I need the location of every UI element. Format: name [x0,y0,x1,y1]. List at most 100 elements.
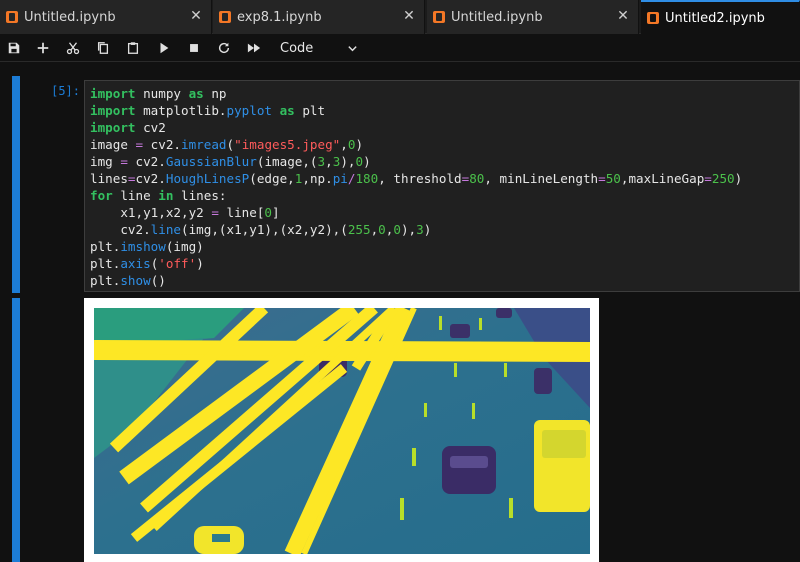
code-token: in [158,188,174,203]
hough-lines-image [94,308,590,554]
code-token: () [150,273,166,288]
code-token: = [598,171,606,186]
code-token: numpy [135,86,189,101]
code-token: x1,y1,x2,y2 [90,205,212,220]
notebook-toolbar: Code [0,34,800,62]
tab-bar: Untitled.ipynb ✕ exp8.1.ipynb ✕ Untitled… [0,0,800,34]
code-token: 250 [711,171,735,186]
code-token: (image,( [256,154,318,169]
code-token: 3 [416,222,424,237]
code-token: imshow [120,239,166,254]
save-icon[interactable] [3,38,25,58]
code-token: 0 [264,205,273,220]
code-token: cv2. [90,222,151,237]
code-token: , threshold [378,171,462,186]
code-token: as [279,103,295,118]
code-token: , [340,137,348,152]
tab-label: exp8.1.ipynb [237,9,322,25]
code-token: 3 [317,154,326,169]
tab-untitled-2[interactable]: Untitled.ipynb ✕ [427,0,639,34]
code-token: cv2. [135,171,166,186]
notebook-icon [647,12,659,24]
code-token: plt. [90,256,121,271]
execution-prompt: [5]: [51,84,80,98]
run-icon[interactable] [153,38,175,58]
cell-type-label: Code [280,40,314,56]
code-token: 0 [378,222,386,237]
tab-exp8-1[interactable]: exp8.1.ipynb ✕ [213,0,425,34]
tab-untitled[interactable]: Untitled.ipynb ✕ [0,0,212,34]
code-token: cv2 [135,120,166,135]
code-token: ), [340,154,356,169]
code-line: plt.axis('off') [90,255,799,272]
code-token: (img,(x1,y1),(x2,y2),( [181,222,348,237]
code-token: lines: [173,188,227,203]
code-token: image [90,137,136,152]
code-token: ) [423,222,432,237]
close-icon[interactable]: ✕ [402,9,416,23]
code-token: as [188,86,204,101]
code-token: = [211,205,219,220]
output-collapser[interactable] [12,298,20,562]
code-token: 50 [605,171,621,186]
code-token: pi [332,171,348,186]
code-line: image = cv2.imread("images5.jpeg",0) [90,136,799,153]
code-token: line [150,222,182,237]
notebook-icon [6,11,18,23]
code-token: ) [196,256,204,271]
code-token: 'off' [158,256,197,271]
code-token: axis [120,256,151,271]
code-token: (img) [165,239,204,254]
code-token: line[ [218,205,265,220]
code-token: imread [181,137,227,152]
cut-icon[interactable] [62,38,84,58]
code-token: , minLineLength [484,171,599,186]
paste-icon[interactable] [122,38,144,58]
code-editor[interactable]: import numpy as np import matplotlib.pypl… [84,80,800,292]
code-token: 180 [355,171,379,186]
close-icon[interactable]: ✕ [189,9,203,23]
code-line: cv2.line(img,(x1,y1),(x2,y2),(255,0,0),3… [90,221,799,238]
code-token: matplotlib. [135,103,227,118]
code-token: ) [734,171,743,186]
code-token: plt. [90,273,121,288]
code-line: plt.show() [90,272,799,289]
cell-type-dropdown[interactable]: Code [272,38,366,58]
code-token: cv2. [143,137,182,152]
tab-untitled2[interactable]: Untitled2.ipynb [641,0,800,34]
code-token: 0 [355,154,364,169]
code-token: plt. [90,239,121,254]
code-token: lines [90,171,128,186]
fast-forward-icon[interactable] [243,38,265,58]
code-token: 80 [469,171,485,186]
code-token: "images5.jpeg" [234,137,341,152]
copy-icon[interactable] [92,38,114,58]
code-token: = [127,171,136,186]
code-token: ) [363,154,371,169]
code-token: = [704,171,712,186]
code-token: HoughLinesP [165,171,250,186]
notebook-icon [219,11,231,23]
add-icon[interactable] [32,38,54,58]
code-token: ] [272,205,280,220]
tab-label: Untitled.ipynb [24,9,116,25]
code-token: 255 [347,222,371,237]
code-token: plt [294,103,326,118]
code-token: ( [226,137,235,152]
code-line: plt.imshow(img) [90,238,799,255]
code-line: lines=cv2.HoughLinesP(edge,1,np.pi/180, … [90,170,799,187]
cell-collapser[interactable] [12,76,20,293]
code-token: ,np. [302,171,333,186]
code-token: line [112,188,159,203]
code-token: import [90,103,136,118]
code-token: , [325,154,333,169]
restart-icon[interactable] [213,38,235,58]
close-icon[interactable]: ✕ [616,9,630,23]
output-area [84,298,599,562]
code-token: 0 [393,222,401,237]
tab-label: Untitled2.ipynb [665,10,765,26]
code-token: ,maxLineGap [620,171,705,186]
stop-icon[interactable] [183,38,205,58]
code-token: cv2. [127,154,166,169]
